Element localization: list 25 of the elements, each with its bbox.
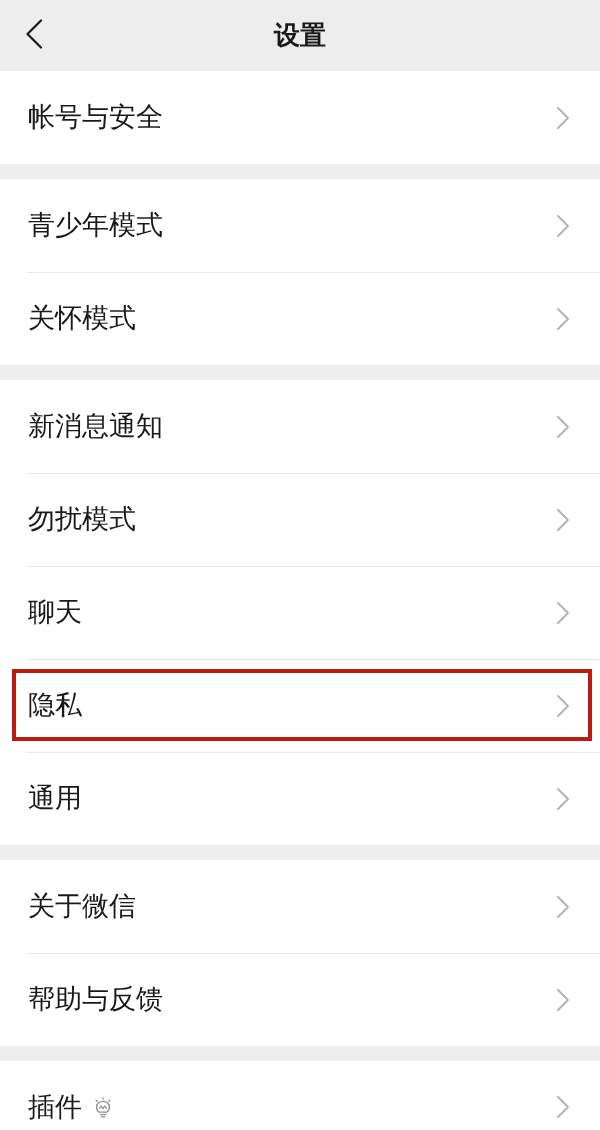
chevron-right-icon xyxy=(556,693,570,718)
back-icon xyxy=(25,19,43,49)
chevron-right-icon xyxy=(556,987,570,1012)
chevron-right-icon xyxy=(556,306,570,331)
chevron-right-icon xyxy=(556,213,570,238)
chevron-right-icon xyxy=(556,414,570,439)
settings-item[interactable]: 帐号与安全 xyxy=(0,71,600,164)
lightbulb-icon xyxy=(94,1096,112,1118)
settings-item[interactable]: 关于微信 xyxy=(0,860,600,953)
settings-item[interactable]: 插件 xyxy=(0,1061,600,1130)
settings-item[interactable]: 聊天 xyxy=(0,566,600,659)
settings-item[interactable]: 青少年模式 xyxy=(0,179,600,272)
chevron-right-icon xyxy=(556,105,570,130)
chevron-right-icon xyxy=(556,600,570,625)
page-title: 设置 xyxy=(274,19,326,52)
chevron-right-icon xyxy=(556,894,570,919)
settings-item[interactable]: 通用 xyxy=(0,752,600,845)
settings-item[interactable]: 新消息通知 xyxy=(0,380,600,473)
settings-item[interactable]: 勿扰模式 xyxy=(0,473,600,566)
chevron-right-icon xyxy=(556,507,570,532)
chevron-right-icon xyxy=(556,1095,570,1119)
chevron-right-icon xyxy=(556,786,570,811)
settings-item[interactable]: 隐私 xyxy=(0,659,600,752)
settings-item[interactable]: 关怀模式 xyxy=(0,272,600,365)
settings-item[interactable]: 帮助与反馈 xyxy=(0,953,600,1046)
